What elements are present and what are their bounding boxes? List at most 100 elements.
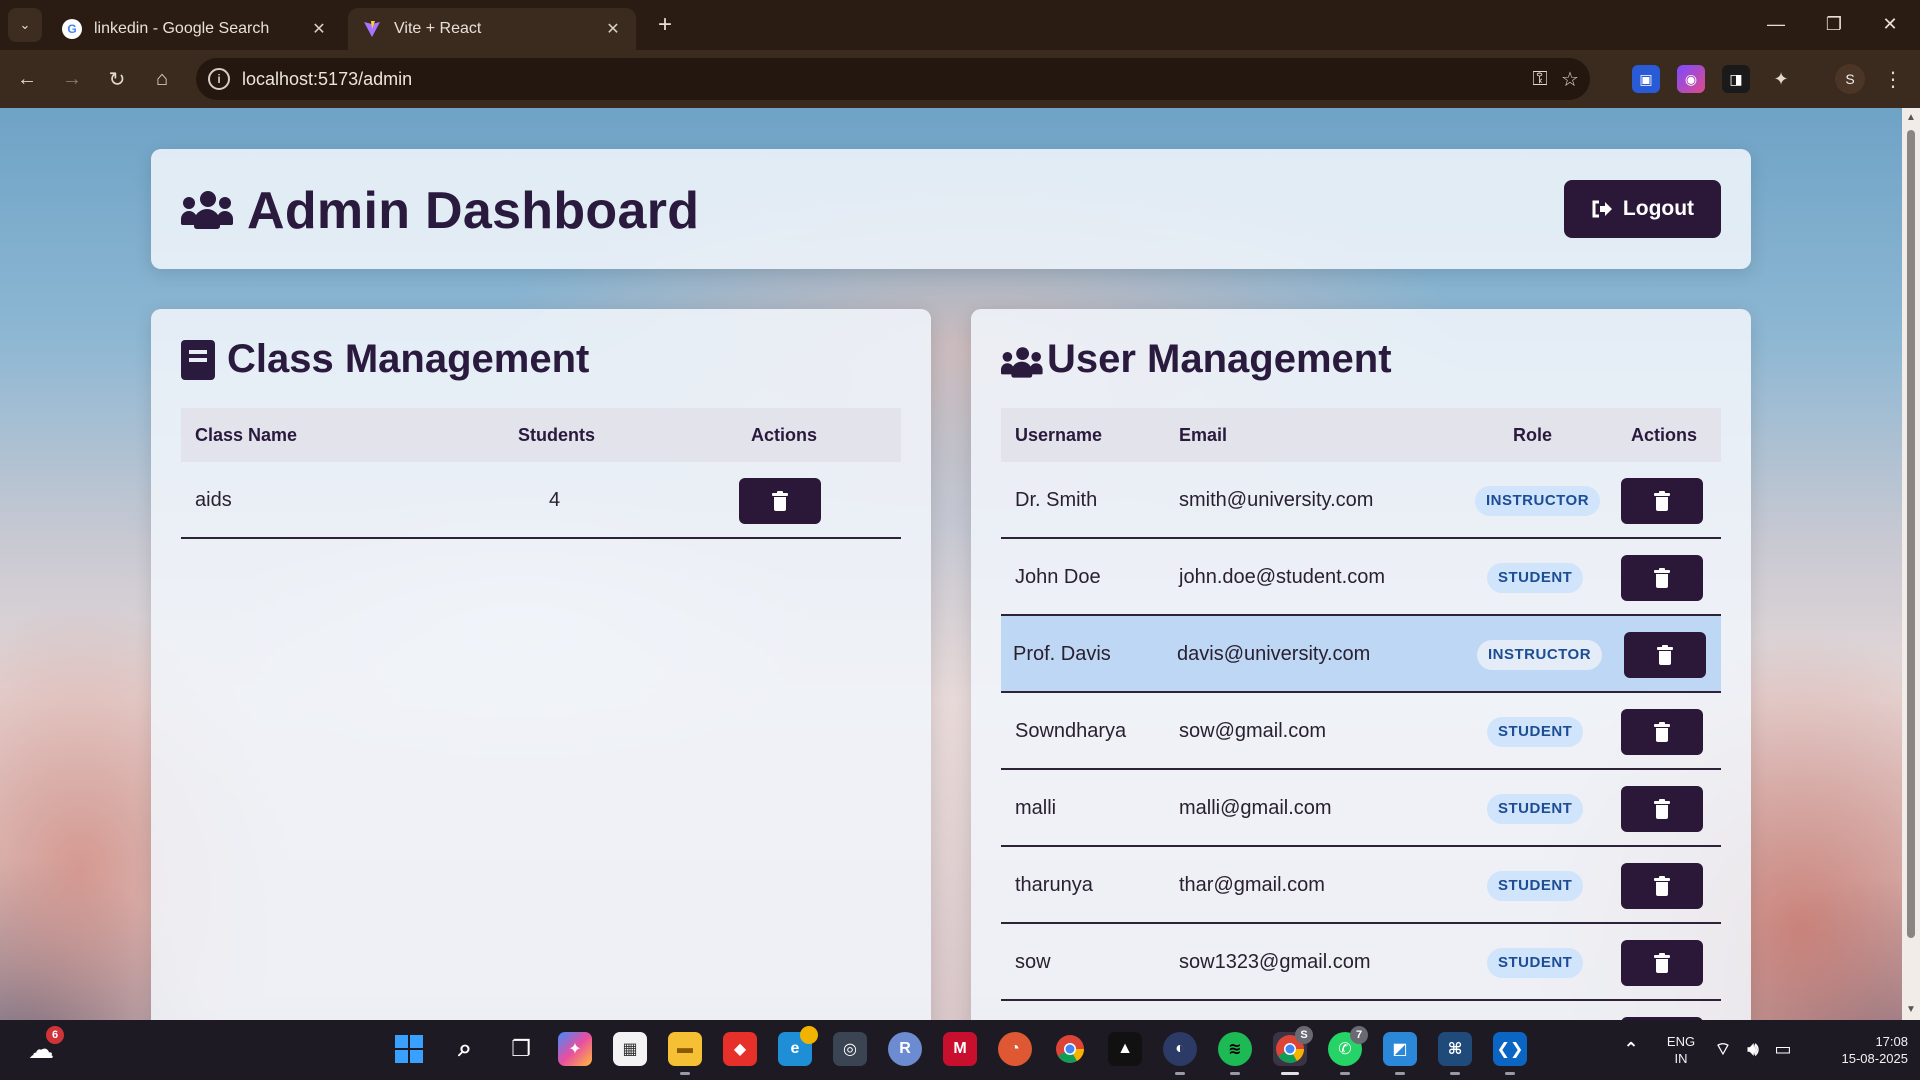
logout-button[interactable]: Logout (1564, 180, 1721, 238)
role-badge: INSTRUCTOR (1477, 640, 1603, 670)
scroll-up-arrow-icon[interactable]: ▲ (1902, 110, 1920, 126)
spotify-icon[interactable]: ≋ (1218, 1032, 1252, 1075)
search-icon[interactable]: ⌕ (448, 1032, 482, 1066)
new-tab-button[interactable]: + (650, 10, 680, 40)
anydesk-icon[interactable]: ◆ (723, 1032, 757, 1066)
microsoft-store-icon[interactable]: ▦ (613, 1032, 647, 1066)
forward-icon[interactable]: → (55, 62, 89, 96)
more-menu-icon[interactable]: ⋮ (1876, 62, 1910, 96)
table-row: Dr. Smith smith@university.com INSTRUCTO… (1001, 462, 1721, 539)
page-scrollbar[interactable]: ▲ ▼ (1902, 108, 1920, 1020)
scroll-down-arrow-icon[interactable]: ▼ (1902, 1002, 1920, 1018)
chrome-icon[interactable] (1053, 1032, 1087, 1066)
address-bar[interactable]: i localhost:5173/admin ⚿ ☆ (196, 58, 1590, 100)
vscode-icon[interactable]: ❮❯ (1493, 1032, 1527, 1075)
delete-class-button[interactable] (739, 478, 821, 524)
close-icon[interactable]: ✕ (308, 19, 330, 39)
trash-icon (1654, 953, 1670, 973)
mysql-icon[interactable]: ◎ (833, 1032, 867, 1066)
vite-icon (362, 19, 382, 39)
column-header-actions: Actions (751, 425, 818, 445)
page-title: Admin Dashboard (247, 182, 700, 240)
eclipse-icon[interactable]: ◐ (1163, 1032, 1197, 1075)
chrome-profile-icon[interactable]: S (1273, 1026, 1313, 1075)
students-count-cell: 4 (549, 489, 561, 511)
delete-user-button[interactable] (1621, 786, 1703, 832)
role-badge: STUDENT (1487, 717, 1584, 747)
ai-extension-icon[interactable]: ◉ (1677, 65, 1705, 93)
email-cell: davis@university.com (1177, 643, 1371, 665)
photos-app-icon[interactable]: ◩ (1383, 1032, 1417, 1075)
file-explorer-icon[interactable]: ▬ (668, 1032, 702, 1075)
user-management-heading: User Management (1001, 337, 1392, 382)
wifi-icon[interactable]: ⌔ (1710, 1032, 1736, 1066)
delete-user-button[interactable] (1621, 940, 1703, 986)
username-cell: Sowndharya (1015, 720, 1127, 742)
browser-toolbar: ← → ↻ ⌂ i localhost:5173/admin ⚿ ☆ ▣ ◉ ◨… (0, 50, 1920, 108)
restore-button[interactable]: ❐ (1810, 6, 1858, 42)
browser-app-icon[interactable]: e (778, 1026, 818, 1066)
clock[interactable]: 17:08 15-08-2025 (1812, 1033, 1909, 1067)
delete-user-button[interactable] (1621, 863, 1703, 909)
scrollbar-thumb[interactable] (1907, 130, 1915, 938)
copilot-icon[interactable]: ✦ (558, 1032, 592, 1066)
whatsapp-icon[interactable]: ✆ 7 (1328, 1026, 1368, 1075)
delete-user-button[interactable] (1621, 478, 1703, 524)
role-badge: STUDENT (1487, 563, 1584, 593)
class-management-heading: Class Management (181, 337, 589, 382)
url-text[interactable]: localhost:5173/admin (242, 69, 412, 90)
table-row: Prof. Davis davis@university.com INSTRUC… (1001, 616, 1721, 693)
close-window-button[interactable]: ✕ (1866, 6, 1914, 42)
sidebar-extension-icon[interactable]: ◨ (1722, 65, 1750, 93)
minimize-button[interactable]: — (1752, 6, 1800, 42)
logout-icon (1591, 200, 1613, 218)
section-title: User Management (1047, 337, 1392, 381)
role-badge: STUDENT (1487, 948, 1584, 978)
adobe-acrobat-icon[interactable]: ▲ (1108, 1032, 1142, 1066)
tab-search-button[interactable]: ⌄ (8, 8, 42, 42)
site-info-icon[interactable]: i (208, 68, 230, 90)
password-key-icon[interactable]: ⚿ (1528, 67, 1552, 91)
role-badge: STUDENT (1487, 794, 1584, 824)
notification-badge: 7 (1350, 1026, 1368, 1044)
back-icon[interactable]: ← (10, 62, 44, 96)
profile-badge: S (1295, 1026, 1313, 1044)
home-icon[interactable]: ⌂ (145, 62, 179, 96)
email-cell: sow1323@gmail.com (1179, 951, 1371, 973)
user-table-header: Username Email Role Actions (1001, 408, 1721, 462)
delete-user-button[interactable] (1621, 709, 1703, 755)
language-indicator[interactable]: ENG IN (1664, 1033, 1698, 1067)
table-row: sow sow1323@gmail.com STUDENT (1001, 924, 1721, 1001)
bookmark-star-icon[interactable]: ☆ (1558, 67, 1582, 91)
screen-capture-extension-icon[interactable]: ▣ (1632, 65, 1660, 93)
mcafee-icon[interactable]: M (943, 1032, 977, 1066)
username-cell: John Doe (1015, 566, 1101, 588)
duckduckgo-icon[interactable]: ◔ (998, 1032, 1032, 1066)
trash-icon (1654, 568, 1670, 588)
tab-linkedin-search[interactable]: G linkedin - Google Search ✕ (48, 8, 342, 50)
terminal-app-icon[interactable]: ⌘ (1438, 1032, 1472, 1075)
username-cell: Prof. Davis (1013, 643, 1111, 665)
r-language-icon[interactable]: R (888, 1032, 922, 1066)
weather-widget-icon[interactable]: ☁ 6 (24, 1026, 64, 1066)
delete-user-button[interactable] (1624, 632, 1706, 678)
close-icon[interactable]: ✕ (602, 19, 624, 39)
table-row: tharunya thar@gmail.com STUDENT (1001, 847, 1721, 924)
volume-icon[interactable]: 🔊︎ (1740, 1032, 1766, 1066)
task-view-icon[interactable]: ❐ (504, 1032, 538, 1066)
delete-user-button[interactable] (1621, 555, 1703, 601)
reload-icon[interactable]: ↻ (100, 62, 134, 96)
extensions-puzzle-icon[interactable]: ✦ (1767, 65, 1795, 93)
email-cell: john.doe@student.com (1179, 566, 1385, 588)
date-text: 15-08-2025 (1841, 1051, 1909, 1066)
profile-avatar[interactable]: S (1835, 64, 1865, 94)
tab-vite-react[interactable]: Vite + React ✕ (348, 8, 636, 50)
battery-icon[interactable]: ▭ (1770, 1032, 1796, 1066)
logout-label: Logout (1622, 197, 1695, 220)
google-icon: G (62, 19, 82, 39)
chevron-up-icon[interactable]: ⌃ (1614, 1032, 1648, 1066)
email-cell: smith@university.com (1179, 489, 1374, 511)
email-cell: malli@gmail.com (1179, 797, 1332, 819)
windows-start-icon[interactable] (392, 1032, 426, 1066)
class-table-header: Class Name Students Actions (181, 408, 901, 462)
